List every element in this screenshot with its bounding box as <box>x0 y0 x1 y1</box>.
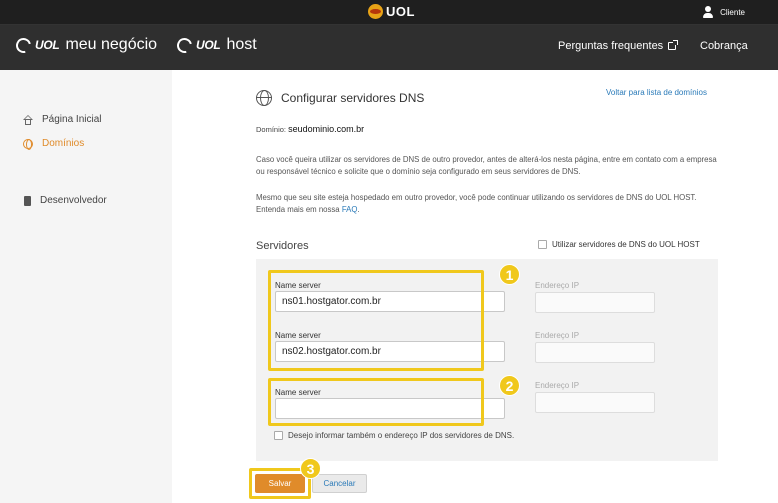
globe-icon <box>256 90 272 106</box>
top-bar: UOL Cliente <box>0 0 778 25</box>
sidebar-item-home[interactable]: Página Inicial <box>23 114 101 125</box>
save-button[interactable]: Salvar <box>255 474 305 493</box>
ip2-label: Endereço IP <box>535 331 580 340</box>
user-icon <box>702 6 714 18</box>
domain-value: seudominio.com.br <box>288 124 365 134</box>
sidebar-item-developer[interactable]: Desenvolvedor <box>23 195 107 206</box>
domain-info: Domínio: seudominio.com.br <box>256 124 365 134</box>
brand-host[interactable]: UOL host <box>174 34 257 56</box>
billing-link[interactable]: Cobrança <box>700 40 748 52</box>
mobile-icon <box>24 195 31 206</box>
ip2-input[interactable] <box>535 342 655 363</box>
brand-meu-negocio[interactable]: UOL meu negócio <box>13 34 157 56</box>
main-header: UOL meu negócio UOL host Perguntas frequ… <box>0 25 778 70</box>
use-uol-dns-checkbox[interactable] <box>538 240 547 249</box>
ip3-label: Endereço IP <box>535 381 580 390</box>
uol-swirl-icon <box>13 34 34 56</box>
inform-ip-option[interactable]: Desejo informar também o endereço IP dos… <box>274 431 514 440</box>
uol-swirl-icon <box>174 34 195 56</box>
faq-link[interactable]: Perguntas frequentes <box>558 40 679 52</box>
client-menu[interactable]: Cliente <box>702 6 745 18</box>
step-badge-2: 2 <box>499 375 520 396</box>
highlight-box-1 <box>268 270 484 371</box>
globe-icon <box>23 138 33 150</box>
sidebar-item-domains[interactable]: Domínios <box>23 138 84 150</box>
step-badge-3: 3 <box>300 458 321 479</box>
back-to-domains-link[interactable]: Voltar para lista de domínios <box>606 88 707 97</box>
main-content: Configurar servidores DNS Voltar para li… <box>172 70 778 503</box>
step-badge-1: 1 <box>499 264 520 285</box>
ip3-input[interactable] <box>535 392 655 413</box>
use-uol-dns-option[interactable]: Utilizar servidores de DNS do UOL HOST <box>538 240 700 249</box>
uol-ball-icon <box>368 4 383 19</box>
home-icon <box>23 114 33 125</box>
info-paragraph-2: Mesmo que seu site esteja hospedado em o… <box>256 193 697 214</box>
uol-logo[interactable]: UOL <box>368 4 415 19</box>
highlight-box-2 <box>268 378 484 426</box>
page-title: Configurar servidores DNS <box>281 91 425 105</box>
inform-ip-checkbox[interactable] <box>274 431 283 440</box>
page-heading: Configurar servidores DNS <box>256 90 424 106</box>
cancel-button[interactable]: Cancelar <box>312 474 367 493</box>
ip1-label: Endereço IP <box>535 281 580 290</box>
external-link-icon <box>668 40 679 50</box>
info-paragraph-1: Caso você queira utilizar os servidores … <box>256 155 717 176</box>
client-label: Cliente <box>720 7 745 17</box>
ip1-input[interactable] <box>535 292 655 313</box>
servers-section-title: Servidores <box>256 240 309 252</box>
sidebar: Página Inicial Domínios Desenvolvedor <box>0 70 172 503</box>
faq-inline-link[interactable]: FAQ <box>342 205 358 214</box>
